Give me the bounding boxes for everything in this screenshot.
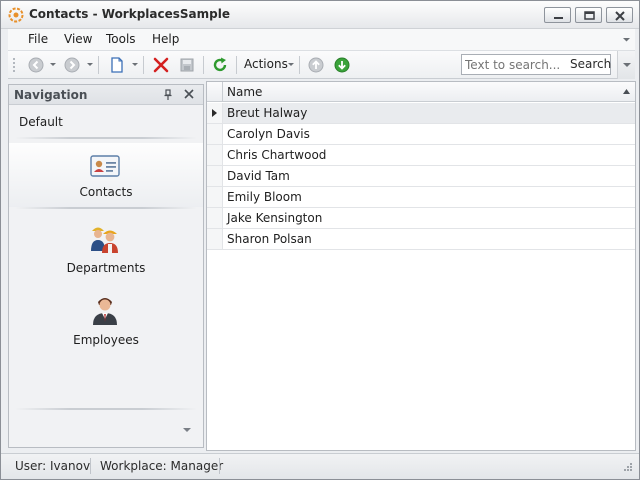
menu-help[interactable]: Help xyxy=(152,32,179,46)
row-indicator xyxy=(207,103,223,123)
forward-dropdown-icon[interactable] xyxy=(87,63,93,66)
toolbar-separator xyxy=(236,56,237,74)
cell-name: Jake Kensington xyxy=(227,211,323,225)
status-user: User: Ivanov xyxy=(15,459,91,473)
search-box: Search xyxy=(461,54,611,75)
cell-name: Emily Bloom xyxy=(227,190,302,204)
table-row[interactable]: Emily Bloom xyxy=(207,187,635,208)
minimize-button[interactable] xyxy=(544,7,571,23)
nav-item-label: Departments xyxy=(66,261,146,275)
delete-icon[interactable] xyxy=(152,56,170,74)
forward-icon[interactable] xyxy=(63,56,81,74)
menu-file[interactable]: File xyxy=(28,32,48,46)
app-logo-icon xyxy=(8,7,24,23)
menu-overflow-chevron-icon[interactable] xyxy=(622,35,631,44)
row-indicator xyxy=(207,229,223,249)
navigation-divider xyxy=(15,408,197,410)
search-input[interactable] xyxy=(462,55,566,74)
row-indicator xyxy=(207,145,223,165)
table-row[interactable]: David Tam xyxy=(207,166,635,187)
window-title: Contacts - WorkplacesSample xyxy=(29,7,230,21)
app-window: Contacts - WorkplacesSample File View To… xyxy=(0,0,640,480)
toolbar: Actions Search xyxy=(8,51,635,79)
close-pane-icon[interactable] xyxy=(184,89,194,99)
table-row[interactable]: Breut Halway xyxy=(207,103,635,124)
pin-icon[interactable] xyxy=(163,89,173,101)
menu-bar: File View Tools Help xyxy=(8,29,635,51)
row-indicator xyxy=(207,124,223,144)
chevron-down-icon xyxy=(623,63,631,67)
maximize-button[interactable] xyxy=(575,7,602,23)
cell-name: Breut Halway xyxy=(227,106,308,120)
toolbar-separator xyxy=(299,56,300,74)
move-down-icon[interactable] xyxy=(333,56,351,74)
row-indicator xyxy=(207,208,223,228)
close-button[interactable] xyxy=(606,7,633,23)
grid-header: Name xyxy=(207,82,635,102)
table-row[interactable]: Carolyn Davis xyxy=(207,124,635,145)
sort-ascending-icon xyxy=(623,89,630,94)
close-icon xyxy=(615,11,625,21)
table-row[interactable]: Sharon Polsan xyxy=(207,229,635,250)
navigation-group-label: Default xyxy=(19,115,63,129)
toolbar-overflow-button[interactable] xyxy=(617,51,635,79)
navigation-pane: Navigation Default Contacts Departments … xyxy=(8,84,204,448)
toolbar-separator xyxy=(203,56,204,74)
save-disabled-icon[interactable] xyxy=(178,56,196,74)
cell-name: Sharon Polsan xyxy=(227,232,312,246)
row-indicator xyxy=(207,187,223,207)
status-separator xyxy=(219,458,220,474)
menu-tools[interactable]: Tools xyxy=(106,32,136,46)
menu-view[interactable]: View xyxy=(64,32,92,46)
nav-item-employees[interactable]: Employees xyxy=(9,293,203,357)
current-row-arrow-icon xyxy=(212,109,217,117)
status-workplace: Workplace: Manager xyxy=(100,459,224,473)
status-separator xyxy=(90,458,91,474)
nav-item-label: Employees xyxy=(73,333,139,347)
departments-people-icon xyxy=(91,227,118,253)
contacts-card-icon xyxy=(90,155,120,177)
actions-menu-button[interactable]: Actions xyxy=(244,57,288,71)
table-row[interactable]: Chris Chartwood xyxy=(207,145,635,166)
navigation-options-chevron-icon[interactable] xyxy=(183,427,191,433)
back-dropdown-icon[interactable] xyxy=(50,63,56,66)
row-indicator xyxy=(207,166,223,186)
navigation-header: Navigation xyxy=(9,85,203,105)
nav-item-contacts[interactable]: Contacts xyxy=(9,143,203,207)
title-bar[interactable]: Contacts - WorkplacesSample xyxy=(1,1,639,29)
move-up-disabled-icon[interactable] xyxy=(307,56,325,74)
back-icon[interactable] xyxy=(27,56,45,74)
maximize-icon xyxy=(584,11,595,20)
new-document-icon[interactable] xyxy=(108,56,126,74)
contacts-grid: Name Breut Halway Carolyn Davis Chris Ch… xyxy=(206,81,636,451)
toolbar-separator xyxy=(143,56,144,74)
navigation-divider xyxy=(15,137,197,139)
cell-name: Chris Chartwood xyxy=(227,148,327,162)
cell-name: Carolyn Davis xyxy=(227,127,310,141)
status-bar: User: Ivanov Workplace: Manager xyxy=(1,453,639,479)
nav-item-departments[interactable]: Departments xyxy=(9,221,203,285)
new-dropdown-icon[interactable] xyxy=(132,63,138,66)
cell-name: David Tam xyxy=(227,169,290,183)
navigation-group-default[interactable]: Default xyxy=(9,107,203,137)
grid-header-indicator xyxy=(207,82,223,102)
size-grip-icon[interactable] xyxy=(621,462,633,474)
search-button[interactable]: Search xyxy=(570,57,611,71)
toolbar-separator xyxy=(98,56,99,74)
toolbar-grip-icon[interactable] xyxy=(12,56,16,74)
table-row[interactable]: Jake Kensington xyxy=(207,208,635,229)
navigation-title: Navigation xyxy=(14,88,88,102)
employee-person-icon xyxy=(93,298,117,325)
actions-dropdown-icon[interactable] xyxy=(288,63,294,66)
nav-item-label: Contacts xyxy=(79,185,133,199)
navigation-divider xyxy=(15,207,197,209)
minimize-icon xyxy=(554,17,563,19)
column-header-name[interactable]: Name xyxy=(227,85,262,99)
refresh-icon[interactable] xyxy=(211,56,229,74)
